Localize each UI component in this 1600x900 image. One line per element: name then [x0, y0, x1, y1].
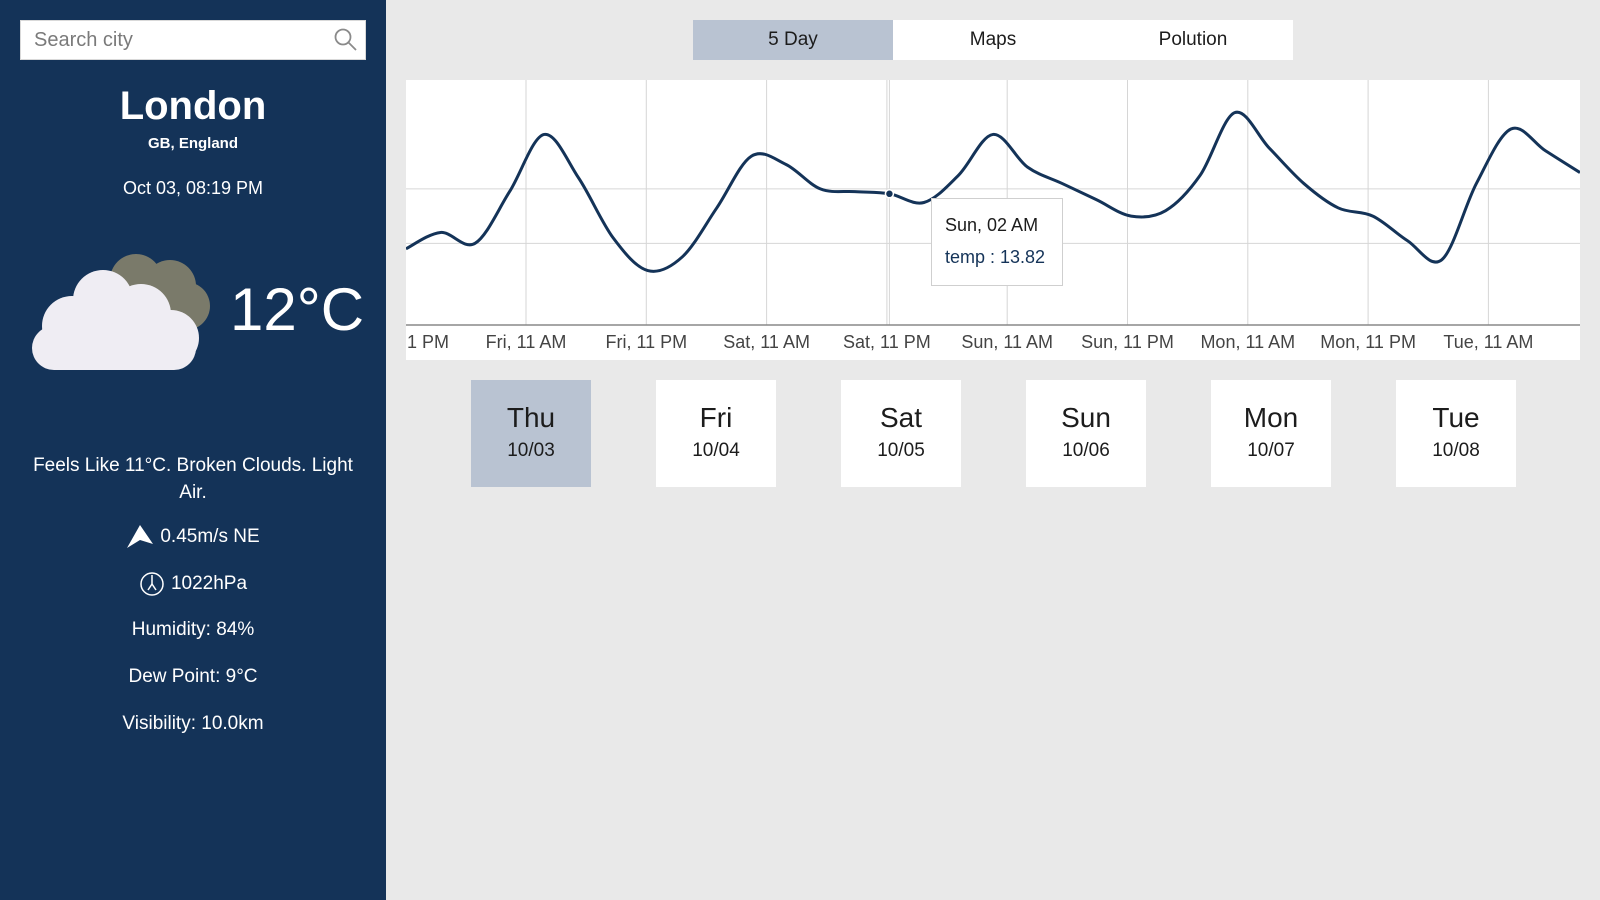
day-name: Mon: [1243, 402, 1299, 433]
x-tick-label: Fri, 11 AM: [486, 332, 567, 352]
current-temperature: 12°C: [230, 276, 365, 343]
day-name: Fri: [699, 402, 733, 433]
day-date: 10/06: [1062, 440, 1110, 461]
day-date: 10/03: [507, 440, 555, 461]
day-date: 10/04: [692, 440, 740, 461]
tab-maps[interactable]: Maps: [893, 20, 1093, 60]
x-tick-label: Tue, 11 AM: [1443, 332, 1533, 352]
x-tick-label: Sun, 11 AM: [961, 332, 1053, 352]
x-tick-label: Sat, 11 AM: [723, 332, 810, 352]
temperature-chart[interactable]: 1 PM Fri, 11 AM Fri, 11 PM Sat, 11 AM Sat, 1…: [406, 80, 1580, 360]
pressure-value: 1022hPa: [170, 573, 248, 595]
region-name: GB, England: [148, 135, 238, 152]
dew-point-value: Dew Point: 9°C: [128, 666, 258, 687]
pressure-row: 1022hPa: [0, 571, 386, 597]
weather-summary: Feels Like 11°C. Broken Clouds. Light Ai…: [33, 455, 353, 503]
wind-direction-icon: [127, 525, 154, 548]
humidity-value: Humidity: 84%: [131, 619, 255, 640]
day-name: Sat: [879, 402, 923, 433]
search-icon[interactable]: [333, 27, 359, 53]
x-tick-label: Sat, 11 PM: [843, 332, 931, 352]
day-card-thu[interactable]: Thu 10/03: [471, 380, 591, 487]
tooltip-title: Sun, 02 AM: [945, 215, 1039, 235]
day-card-sat[interactable]: Sat 10/05: [841, 380, 961, 487]
search-city-input[interactable]: [21, 21, 321, 59]
current-datetime: Oct 03, 08:19 PM: [122, 178, 264, 198]
day-name: Thu: [506, 402, 556, 433]
chart-tooltip: Sun, 02 AM temp : 13.82: [931, 198, 1063, 286]
search-box: [20, 20, 366, 60]
x-tick-label: Mon, 11 PM: [1320, 332, 1416, 352]
day-date: 10/08: [1432, 440, 1480, 461]
view-tabs: 5 Day Maps Polution: [693, 20, 1293, 60]
day-date: 10/05: [877, 440, 925, 461]
city-name: London: [119, 84, 267, 128]
day-card-sun[interactable]: Sun 10/06: [1026, 380, 1146, 487]
visibility-value: Visibility: 10.0km: [122, 713, 264, 734]
current-weather-sidebar: London GB, England Oct 03, 08:19 PM 12°C…: [0, 0, 386, 900]
tab-5-day[interactable]: 5 Day: [693, 20, 893, 60]
x-tick-label: Sun, 11 PM: [1081, 332, 1174, 352]
cloud-icon: [32, 254, 210, 370]
pressure-gauge-icon: [140, 572, 164, 596]
day-card-tue[interactable]: Tue 10/08: [1396, 380, 1516, 487]
x-tick-label: Mon, 11 AM: [1200, 332, 1295, 352]
day-card-fri[interactable]: Fri 10/04: [656, 380, 776, 487]
x-tick-label: Fri, 11 PM: [605, 332, 687, 352]
day-name: Sun: [1061, 402, 1111, 433]
tooltip-value: temp : 13.82: [945, 247, 1046, 267]
x-tick-label: 1 PM: [407, 332, 449, 352]
wind-value: 0.45m/s NE: [160, 526, 260, 548]
wind-row: 0.45m/s NE: [0, 524, 386, 550]
day-name: Tue: [1432, 402, 1480, 433]
hovered-data-point[interactable]: [884, 189, 895, 199]
day-card-mon[interactable]: Mon 10/07: [1211, 380, 1331, 487]
day-date: 10/07: [1247, 440, 1295, 461]
tab-polution[interactable]: Polution: [1093, 20, 1293, 60]
